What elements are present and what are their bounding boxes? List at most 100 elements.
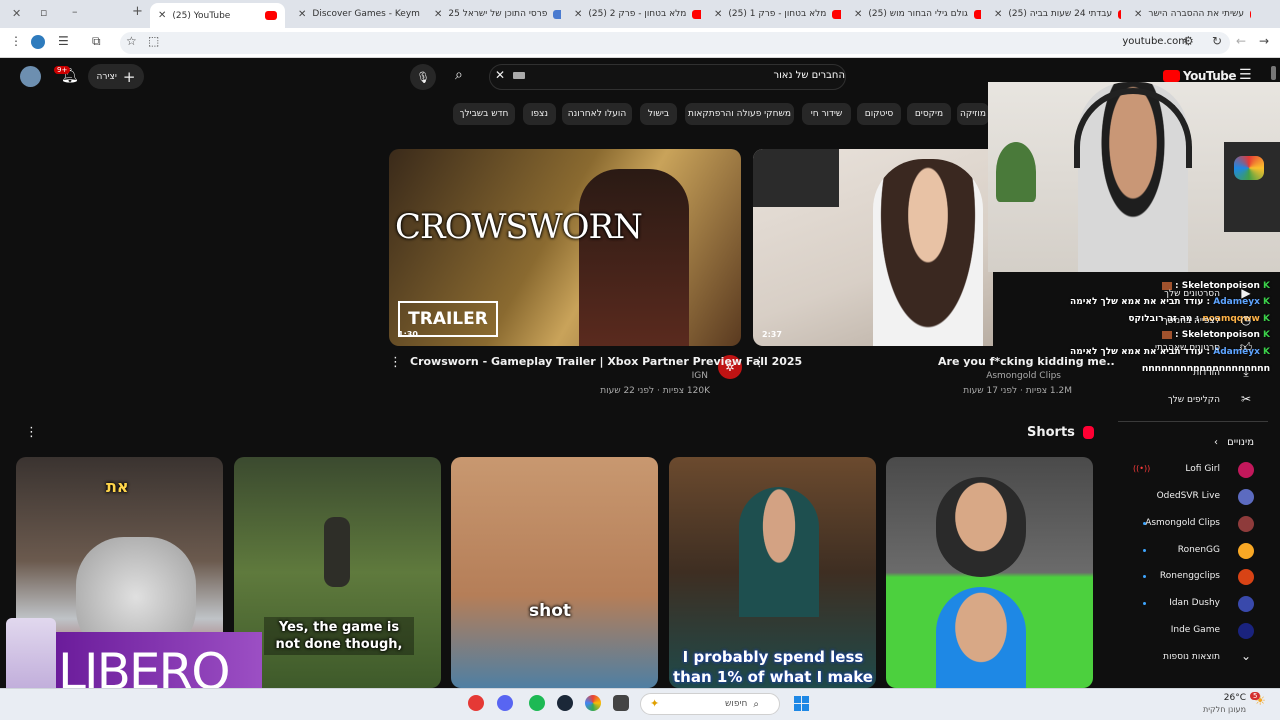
sidebar-item-watch-later[interactable]: לצפייה בהמשך	[1163, 316, 1220, 326]
back-icon[interactable]: →	[1259, 34, 1269, 48]
kick-badge-icon: K	[1263, 330, 1270, 340]
new-content-dot	[1143, 522, 1146, 525]
close-tab-icon[interactable]: ✕	[434, 9, 442, 20]
chip-live[interactable]: שידור חי	[802, 103, 851, 125]
show-more-subscriptions[interactable]: תוצאות נוספות	[1163, 652, 1220, 662]
page-favicon-icon	[553, 9, 561, 19]
tab-youtube[interactable]: ✕ (25) YouTube	[150, 3, 285, 28]
close-tab-icon[interactable]: ✕	[854, 9, 862, 20]
spotify-icon[interactable]	[529, 695, 545, 711]
close-window-icon[interactable]: ✕	[12, 7, 21, 20]
sidebar-item-liked-videos[interactable]: סרטונים שאהבתי	[1155, 343, 1220, 353]
avatar	[1238, 569, 1254, 585]
like-icon: 👍︎	[1239, 340, 1253, 354]
tab-keymailer[interactable]: ✕ Discover Games - Keyma	[290, 3, 420, 25]
clear-search-icon[interactable]: ✕	[495, 68, 505, 82]
shorts-header: Shorts	[1027, 425, 1094, 440]
short-video-5[interactable]	[886, 457, 1093, 688]
app-icon[interactable]	[468, 695, 484, 711]
menu-dots-icon[interactable]: ⋮	[10, 34, 22, 48]
video-title[interactable]: Crowsworn - Gameplay Trailer | Xbox Part…	[410, 355, 802, 368]
close-tab-icon[interactable]: ✕	[298, 9, 306, 20]
close-tab-icon[interactable]: ✕	[994, 9, 1002, 20]
youtube-logo-icon	[1163, 70, 1180, 82]
download-icon: ⤓	[1243, 365, 1249, 379]
taskbar-search[interactable]: חיפוש ⌕	[640, 693, 780, 715]
close-tab-icon[interactable]: ✕	[714, 9, 722, 20]
sidebar-item-your-clips[interactable]: הקליפים שלך	[1168, 395, 1220, 405]
subscription-idan-dushy[interactable]: Idan Dushy	[1169, 598, 1220, 608]
reading-list-icon[interactable]: ☰	[58, 34, 69, 48]
short-video-4[interactable]: I probably spend less than 1% of what I …	[669, 457, 876, 688]
start-button[interactable]	[794, 696, 809, 711]
sidebar-item-downloads[interactable]: הורדות	[1193, 368, 1220, 378]
tab-video-5[interactable]: ✕ (25) גולם גילי הבחור מוש	[846, 3, 981, 25]
video-meta: 1.2M צפיות · לפני 17 שעות	[963, 386, 1072, 396]
chip-sitcom[interactable]: סיטקום	[857, 103, 901, 125]
chip-recently-uploaded[interactable]: הועלו לאחרונה	[562, 103, 632, 125]
copilot-icon[interactable]: ✦	[650, 697, 659, 710]
tab-video-3[interactable]: ✕ (25) מלא בטחון - פרק 2	[566, 3, 701, 25]
chip-new-for-you[interactable]: חדש בשבילך	[453, 103, 515, 125]
close-tab-icon[interactable]: ✕	[1134, 9, 1142, 20]
restore-window-icon[interactable]: ▫	[40, 6, 47, 19]
subscription-asmongold-clips[interactable]: Asmongold Clips	[1145, 518, 1220, 528]
tab-video-6[interactable]: ✕ (25) עבדתי 24 שעות בביה	[986, 3, 1121, 25]
steam-icon[interactable]	[557, 695, 573, 711]
discord-icon[interactable]	[497, 695, 513, 711]
video-menu-icon[interactable]: ⋮	[753, 355, 766, 370]
new-content-dot	[1143, 549, 1146, 552]
url-text[interactable]: youtube.com	[1122, 36, 1188, 47]
omnibox[interactable]	[120, 32, 1230, 54]
character-silhouette	[579, 169, 689, 346]
tab-video-7[interactable]: ✕ עשיתי את ההסברה הישר	[1126, 3, 1251, 25]
close-tab-icon[interactable]: ✕	[574, 9, 582, 20]
voice-search-button[interactable]: 🎙︎	[410, 64, 436, 90]
minimize-window-icon[interactable]: –	[72, 5, 78, 18]
file-explorer-icon[interactable]	[613, 695, 629, 711]
chip-action-adventure[interactable]: משחקי פעולה והרפתקאות	[685, 103, 794, 125]
shorts-menu-icon[interactable]: ⋮	[25, 425, 38, 440]
search-submit-button[interactable]: ⌕	[455, 67, 463, 83]
chip-music[interactable]: מוזיקה	[957, 103, 989, 125]
guide-menu-icon[interactable]: ☰	[1239, 67, 1252, 83]
search-query-text: החברים של נאור	[773, 70, 845, 81]
short-video-3[interactable]: shot	[451, 457, 658, 688]
close-tab-icon[interactable]: ✕	[158, 10, 166, 21]
sidebar-item-your-videos[interactable]: הסרטונים שלך	[1164, 289, 1220, 299]
tab-content-awards[interactable]: ✕ פרסי התוכן של ישראל 25	[426, 3, 561, 25]
extensions-icon[interactable]: ⧉	[92, 34, 101, 49]
forward-icon[interactable]: ←	[1236, 34, 1246, 48]
subscription-ronenggclips[interactable]: Ronenggclips	[1160, 571, 1220, 581]
subscription-lofi-girl[interactable]: Lofi Girl	[1185, 464, 1220, 474]
subscription-odedsvr-live[interactable]: OdedSVR Live	[1157, 491, 1220, 501]
create-button[interactable]: יצירה +	[88, 64, 144, 89]
chat-emote-icon	[1161, 330, 1172, 339]
subscriptions-header[interactable]: מינויים ›	[1214, 437, 1254, 448]
profile-avatar-icon[interactable]	[31, 35, 45, 49]
page-scrollbar[interactable]	[1271, 66, 1276, 80]
video-thumbnail-asmongold[interactable]: 2:37	[753, 149, 993, 346]
video-menu-icon[interactable]: ⋮	[389, 355, 402, 370]
youtube-logo[interactable]: YouTube	[1163, 69, 1237, 83]
install-app-icon[interactable]: ⬚	[148, 34, 159, 48]
channel-name[interactable]: IGN	[692, 371, 708, 381]
subscription-ronengg[interactable]: RonenGG	[1178, 545, 1220, 555]
account-avatar[interactable]	[20, 66, 41, 87]
microphone-icon: 🎙︎	[416, 70, 430, 84]
tab-video-4[interactable]: ✕ (25) מלא בטחון - פרק 1	[706, 3, 841, 25]
chip-cooking[interactable]: בישול	[640, 103, 677, 125]
short-video-2[interactable]: Yes, the game is not done though,	[234, 457, 441, 688]
bookmark-star-icon[interactable]: ☆	[126, 34, 137, 48]
streamer-face	[936, 477, 1026, 577]
chrome-icon[interactable]	[585, 695, 601, 711]
new-tab-icon[interactable]: +	[132, 4, 143, 19]
channel-name[interactable]: Asmongold Clips	[986, 371, 1061, 381]
reload-icon[interactable]: ↻	[1212, 34, 1222, 48]
chip-watched[interactable]: נצפו	[523, 103, 556, 125]
video-thumbnail-crowsworn[interactable]: CROWSWORN TRAILER 1:30	[389, 149, 741, 346]
keyboard-icon[interactable]	[513, 72, 525, 79]
chip-mixes[interactable]: מיקסים	[907, 103, 951, 125]
site-settings-icon[interactable]: ⚙	[1183, 34, 1194, 48]
subscription-inde-game[interactable]: Inde Game	[1171, 625, 1220, 635]
